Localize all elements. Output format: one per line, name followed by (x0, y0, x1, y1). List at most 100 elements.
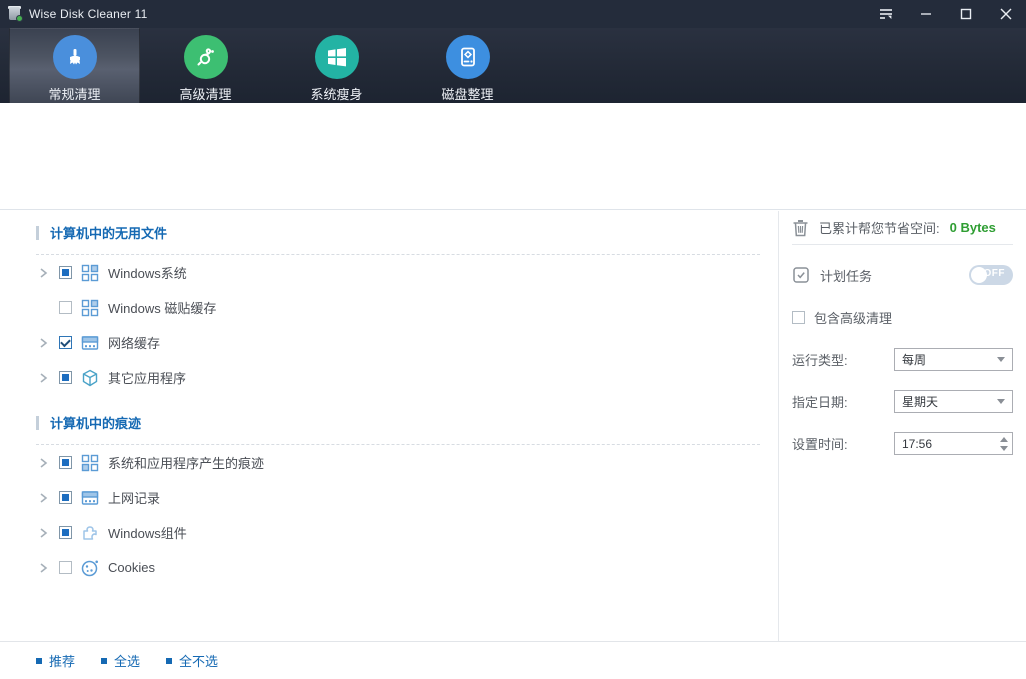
windows-tiles-icon (81, 264, 99, 282)
dropdown-arrow-icon (997, 357, 1005, 362)
browser-history-icon (81, 489, 99, 507)
tree-item-label: Cookies (108, 560, 155, 575)
trash-outline-icon (793, 219, 808, 236)
minimize-button[interactable] (906, 0, 946, 28)
tree-row-browsing-history[interactable]: 上网记录 (36, 480, 760, 515)
windows-icon (314, 35, 359, 79)
saved-space-value: 0 Bytes (949, 220, 996, 235)
chevron-right-icon[interactable] (36, 266, 50, 280)
saved-space-row: 已累计帮您节省空间: 0 Bytes (792, 211, 1013, 245)
sidebar: 已累计帮您节省空间: 0 Bytes 计划任务 OFF 包含高级清理 运行类型:… (779, 211, 1026, 641)
section-bar (36, 415, 39, 430)
include-advanced-row[interactable]: 包含高级清理 (792, 305, 1013, 329)
tree-row-windows-system[interactable]: Windows系统 (36, 255, 760, 290)
maximize-button[interactable] (946, 0, 986, 28)
saved-space-label: 已累计帮您节省空间: (819, 221, 940, 236)
checkbox-partial[interactable] (59, 456, 72, 469)
tree-row-windows-components[interactable]: Windows组件 (36, 515, 760, 550)
run-type-label: 运行类型: (792, 353, 848, 368)
select-all-label: 全选 (114, 654, 141, 669)
chevron-right-icon[interactable] (36, 491, 50, 505)
chevron-right-icon[interactable] (36, 336, 50, 350)
bullet-icon (36, 657, 42, 664)
select-none-link[interactable]: 全不选 (166, 651, 218, 670)
app-box-icon (81, 369, 99, 387)
tab-label: 系统瘦身 (310, 87, 363, 102)
broom-icon (52, 35, 97, 79)
tab-common-clean[interactable]: 常规清理 (9, 28, 140, 103)
main-nav: 常规清理 高级清理 系统瘦身 磁盘整理 (0, 28, 1026, 103)
tree-item-label: Windows 磁贴缓存 (108, 301, 217, 316)
tab-label: 高级清理 (179, 87, 232, 102)
section-title: 计算机中的痕迹 (50, 416, 142, 431)
chevron-right-icon[interactable] (36, 561, 50, 575)
tab-label: 常规清理 (48, 87, 101, 102)
day-value: 星期天 (902, 395, 939, 409)
tab-system-slim[interactable]: 系统瘦身 (271, 28, 402, 103)
checkbox-unchecked[interactable] (59, 301, 72, 314)
checkbox-partial[interactable] (59, 371, 72, 384)
select-none-label: 全不选 (179, 654, 219, 669)
tree-row-system-app-traces[interactable]: 系统和应用程序产生的痕迹 (36, 445, 760, 480)
schedule-label: 计划任务 (820, 268, 873, 284)
chevron-right-icon[interactable] (36, 526, 50, 540)
window-title: Wise Disk Cleaner 11 (29, 7, 148, 21)
tree-item-label: 上网记录 (108, 491, 161, 506)
tree-row-cookies[interactable]: Cookies (36, 550, 760, 585)
app-icon (7, 6, 23, 22)
speedup-icon (183, 35, 228, 79)
tree-item-label: Windows系统 (108, 266, 187, 281)
day-select[interactable]: 星期天 (894, 390, 1013, 413)
cleanup-tree: 计算机中的无用文件 Windows系统 Windows 磁贴缓存 网络缓存 其它… (0, 211, 778, 641)
time-spinner[interactable]: 17:56 (894, 432, 1013, 455)
chevron-right-icon[interactable] (36, 371, 50, 385)
tree-item-label: 网络缓存 (108, 336, 161, 351)
checkbox-partial[interactable] (59, 266, 72, 279)
run-type-row: 运行类型: 每周 (792, 348, 1013, 371)
checkbox-unchecked[interactable] (792, 310, 805, 324)
checkbox-checked[interactable] (59, 336, 72, 349)
schedule-toggle[interactable]: OFF (969, 265, 1013, 285)
tree-row-other-apps[interactable]: 其它应用程序 (36, 360, 760, 395)
recommend-label: 推荐 (49, 654, 76, 669)
tree-item-label: Windows组件 (108, 526, 187, 541)
toggle-state-label: OFF (983, 268, 1005, 279)
time-value: 17:56 (902, 436, 933, 451)
harddisk-icon (445, 35, 490, 79)
puzzle-icon (81, 524, 99, 542)
time-row: 设置时间: 17:56 (792, 432, 1013, 455)
bullet-icon (101, 657, 108, 664)
spinner-up-icon[interactable] (1000, 436, 1008, 442)
bullet-icon (166, 657, 173, 664)
menu-icon[interactable] (866, 0, 906, 28)
checkbox-unchecked[interactable] (59, 561, 72, 574)
header: 快速轻松地清理垃圾文件及上网痕迹。 清理无用文件和上网痕迹能够节省空间保护隐私。… (0, 103, 1026, 290)
section-bar (36, 225, 39, 240)
tab-advanced-clean[interactable]: 高级清理 (140, 28, 271, 103)
spinner-down-icon[interactable] (1000, 445, 1008, 451)
dropdown-arrow-icon (997, 399, 1005, 404)
run-type-select[interactable]: 每周 (894, 348, 1013, 371)
include-advanced-label: 包含高级清理 (814, 310, 893, 326)
tree-item-label: 其它应用程序 (108, 371, 187, 386)
tab-disk-defrag[interactable]: 磁盘整理 (402, 28, 533, 103)
section-useless-files: 计算机中的无用文件 (36, 211, 760, 254)
section-title: 计算机中的无用文件 (50, 226, 168, 241)
tree-row-windows-tile-cache[interactable]: Windows 磁贴缓存 (36, 290, 760, 325)
content: 计算机中的无用文件 Windows系统 Windows 磁贴缓存 网络缓存 其它… (0, 211, 1026, 641)
checkbox-partial[interactable] (59, 526, 72, 539)
tree-row-network-cache[interactable]: 网络缓存 (36, 325, 760, 360)
browser-cache-icon (81, 334, 99, 352)
windows-tiles-icon (81, 454, 99, 472)
close-button[interactable] (986, 0, 1026, 28)
schedule-row: 计划任务 OFF (792, 261, 1013, 289)
chevron-right-icon[interactable] (36, 456, 50, 470)
footer: 推荐 全选 全不选 (0, 641, 1026, 679)
section-traces: 计算机中的痕迹 (36, 401, 760, 444)
day-row: 指定日期: 星期天 (792, 390, 1013, 413)
select-all-link[interactable]: 全选 (101, 651, 140, 670)
checkbox-partial[interactable] (59, 491, 72, 504)
recommend-link[interactable]: 推荐 (36, 651, 75, 670)
tree-item-label: 系统和应用程序产生的痕迹 (108, 456, 265, 471)
